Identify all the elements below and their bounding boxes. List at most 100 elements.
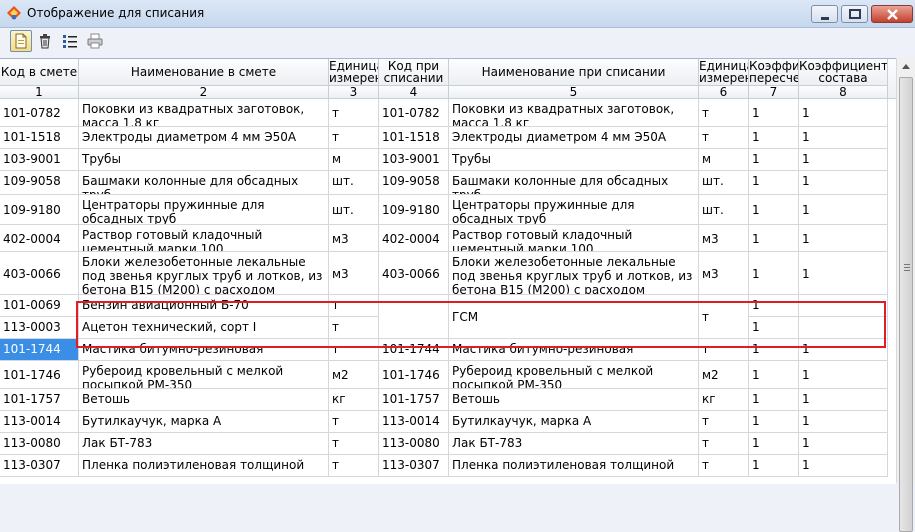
cell-code-estimate[interactable]: 101-0069 [0, 295, 79, 317]
cell-composition-factor[interactable]: 1 [799, 411, 888, 433]
cell-composition-factor[interactable] [799, 317, 888, 339]
cell-name-writeoff[interactable]: Мастика битумно-резиновая кровельная [449, 339, 699, 361]
cell-name-writeoff[interactable]: Пленка полиэтиленовая толщиной [449, 455, 699, 477]
cell-code-estimate[interactable]: 113-0003 [0, 317, 79, 339]
cell-name-estimate[interactable]: Башмаки колонные для обсадных труб [79, 171, 329, 195]
cell-unit-estimate[interactable]: кг [329, 389, 379, 411]
cell-composition-factor[interactable]: 1 [799, 361, 888, 389]
cell-name-estimate[interactable]: Центраторы пружинные для обсадных труб [79, 195, 329, 225]
cell-code-estimate[interactable]: 109-9180 [0, 195, 79, 225]
cell-name-estimate[interactable]: Трубы [79, 149, 329, 171]
cell-conversion-factor[interactable]: 1 [749, 252, 799, 295]
column-header-name-writeoff[interactable]: Наименование при списании [449, 59, 699, 86]
cell-name-writeoff[interactable]: Поковки из квадратных заготовок, масса 1… [449, 99, 699, 127]
column-header-conversion-factor[interactable]: Коэффициент пересчета [749, 59, 799, 86]
column-header-name-estimate[interactable]: Наименование в смете [79, 59, 329, 86]
cell-name-estimate[interactable]: Лак БТ-783 [79, 433, 329, 455]
cell-composition-factor[interactable]: 1 [799, 127, 888, 149]
cell-composition-factor[interactable]: 1 [799, 252, 888, 295]
cell-composition-factor[interactable]: 1 [799, 455, 888, 477]
minimize-button[interactable] [811, 5, 838, 23]
cell-name-estimate[interactable]: Поковки из квадратных заготовок, масса 1… [79, 99, 329, 127]
cell-code-estimate[interactable]: 101-1744 [0, 339, 79, 361]
cell-code-writeoff[interactable]: 403-0066 [379, 252, 449, 295]
cell-code-writeoff[interactable]: 113-0080 [379, 433, 449, 455]
cell-code-estimate[interactable]: 113-0307 [0, 455, 79, 477]
print-button[interactable] [84, 30, 106, 52]
cell-composition-factor[interactable]: 1 [799, 389, 888, 411]
cell-composition-factor[interactable]: 1 [799, 225, 888, 252]
cell-unit-estimate[interactable]: м3 [329, 225, 379, 252]
cell-unit-estimate[interactable]: шт. [329, 195, 379, 225]
cell-name-estimate[interactable]: Раствор готовый кладочный цементный марк… [79, 225, 329, 252]
cell-code-writeoff[interactable]: 101-0782 [379, 99, 449, 127]
cell-unit-writeoff[interactable]: т [699, 127, 749, 149]
cell-code-estimate[interactable]: 113-0014 [0, 411, 79, 433]
cell-name-writeoff[interactable]: Блоки железобетонные лекальные под звень… [449, 252, 699, 295]
cell-conversion-factor[interactable]: 1 [749, 295, 799, 317]
cell-code-writeoff[interactable]: 101-1518 [379, 127, 449, 149]
cell-code-writeoff[interactable]: 101-1744 [379, 339, 449, 361]
cell-unit-writeoff[interactable]: м [699, 149, 749, 171]
cell-name-estimate[interactable]: Мастика битумно-резиновая кровельная [79, 339, 329, 361]
cell-code-writeoff[interactable]: 402-0004 [379, 225, 449, 252]
cell-name-writeoff[interactable]: Электроды диаметром 4 мм Э50А [449, 127, 699, 149]
cell-unit-writeoff[interactable]: кг [699, 389, 749, 411]
column-header-composition-factor[interactable]: Коэффициент состава [799, 59, 888, 86]
cell-unit-estimate[interactable]: т [329, 411, 379, 433]
cell-conversion-factor[interactable]: 1 [749, 411, 799, 433]
cell-code-estimate[interactable]: 101-1518 [0, 127, 79, 149]
cell-conversion-factor[interactable]: 1 [749, 127, 799, 149]
cell-unit-writeoff[interactable]: шт. [699, 195, 749, 225]
cell-unit-writeoff[interactable]: т [699, 339, 749, 361]
cell-code-writeoff[interactable]: 109-9180 [379, 195, 449, 225]
cell-name-estimate[interactable]: Рубероид кровельный с мелкой посыпкой РМ… [79, 361, 329, 389]
cell-conversion-factor[interactable]: 1 [749, 361, 799, 389]
cell-code-estimate[interactable]: 109-9058 [0, 171, 79, 195]
cell-conversion-factor[interactable]: 1 [749, 195, 799, 225]
column-header-code-estimate[interactable]: Код в смете [0, 59, 79, 86]
cell-unit-writeoff[interactable]: т [699, 433, 749, 455]
cell-composition-factor[interactable]: 1 [799, 339, 888, 361]
cell-code-estimate[interactable]: 101-0782 [0, 99, 79, 127]
cell-unit-estimate[interactable]: т [329, 317, 379, 339]
cell-conversion-factor[interactable]: 1 [749, 225, 799, 252]
cell-code-estimate[interactable]: 101-1757 [0, 389, 79, 411]
cell-conversion-factor[interactable]: 1 [749, 433, 799, 455]
cell-name-writeoff[interactable]: Лак БТ-783 [449, 433, 699, 455]
cell-unit-writeoff-merged[interactable]: т [699, 295, 749, 339]
cell-code-estimate[interactable]: 402-0004 [0, 225, 79, 252]
column-header-code-writeoff[interactable]: Код при списании [379, 59, 449, 86]
cell-code-writeoff[interactable]: 113-0307 [379, 455, 449, 477]
vertical-scrollbar[interactable] [896, 58, 915, 532]
cell-name-writeoff[interactable]: Ветошь [449, 389, 699, 411]
cell-conversion-factor[interactable]: 1 [749, 149, 799, 171]
cell-unit-estimate[interactable]: т [329, 433, 379, 455]
cell-name-writeoff-merged[interactable]: ГСМ [449, 295, 699, 339]
cell-code-estimate[interactable]: 101-1746 [0, 361, 79, 389]
cell-conversion-factor[interactable]: 1 [749, 99, 799, 127]
cell-unit-writeoff[interactable]: м3 [699, 252, 749, 295]
cell-unit-estimate[interactable]: т [329, 99, 379, 127]
cell-name-estimate[interactable]: Ветошь [79, 389, 329, 411]
cell-composition-factor[interactable]: 1 [799, 149, 888, 171]
cell-unit-writeoff[interactable]: шт. [699, 171, 749, 195]
cell-conversion-factor[interactable]: 1 [749, 317, 799, 339]
cell-conversion-factor[interactable]: 1 [749, 389, 799, 411]
list-settings-button[interactable] [59, 30, 81, 52]
cell-code-estimate[interactable]: 113-0080 [0, 433, 79, 455]
column-header-unit-writeoff[interactable]: Единица измерения [699, 59, 749, 86]
cell-name-writeoff[interactable]: Раствор готовый кладочный цементный марк… [449, 225, 699, 252]
cell-name-writeoff[interactable]: Трубы [449, 149, 699, 171]
cell-unit-estimate[interactable]: т [329, 295, 379, 317]
cell-name-writeoff[interactable]: Центраторы пружинные для обсадных труб [449, 195, 699, 225]
new-document-button[interactable] [10, 30, 32, 52]
scrollbar-thumb[interactable] [899, 77, 913, 532]
cell-name-writeoff[interactable]: Рубероид кровельный с мелкой посыпкой РМ… [449, 361, 699, 389]
cell-code-estimate[interactable]: 103-9001 [0, 149, 79, 171]
cell-unit-writeoff[interactable]: т [699, 455, 749, 477]
cell-unit-estimate[interactable]: т [329, 127, 379, 149]
cell-unit-estimate[interactable]: м2 [329, 361, 379, 389]
cell-unit-estimate[interactable]: шт. [329, 171, 379, 195]
cell-unit-writeoff[interactable]: м3 [699, 225, 749, 252]
